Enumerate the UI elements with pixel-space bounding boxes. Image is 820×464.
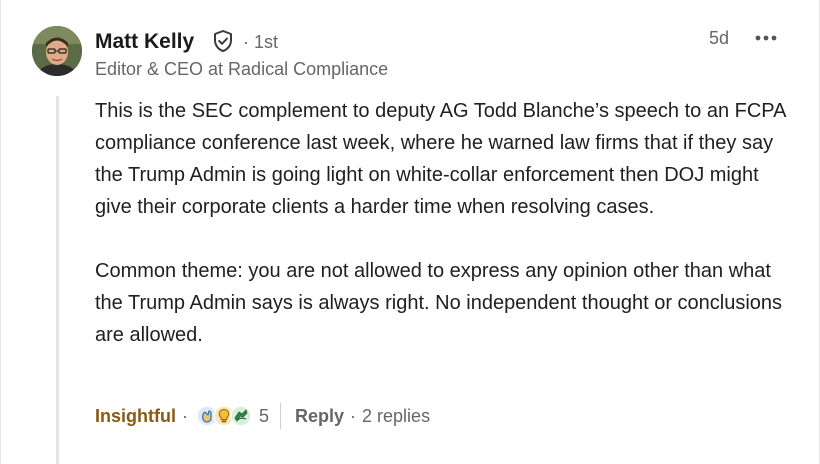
comment-paragraph: Common theme: you are not allowed to exp…: [95, 260, 783, 346]
avatar[interactable]: [32, 26, 82, 76]
replies-count-link[interactable]: 2 replies: [362, 406, 430, 427]
comment-card: Matt Kelly · 1st Editor & CEO at Radical…: [0, 0, 820, 464]
author-headline: Editor & CEO at Radical Compliance: [95, 59, 389, 79]
separator-dot: ·: [181, 405, 188, 426]
verified-shield-icon: [214, 30, 232, 52]
reaction-icons[interactable]: [196, 405, 252, 427]
more-options-button[interactable]: [749, 26, 783, 50]
comment-actions: Insightful · 5 Reply · 2 replies: [95, 402, 430, 430]
ellipsis-icon: [755, 35, 777, 41]
separator-dot: ·: [350, 405, 357, 426]
connection-degree: · 1st: [243, 32, 279, 52]
comment-paragraph: This is the SEC complement to deputy AG …: [95, 100, 786, 218]
insightful-reaction-label[interactable]: Insightful: [95, 406, 176, 427]
reply-button[interactable]: Reply: [295, 406, 344, 427]
support-icon: [230, 405, 252, 427]
avatar-photo: [32, 26, 82, 76]
comment-text: This is the SEC complement to deputy AG …: [95, 95, 795, 351]
thread-line: [56, 96, 59, 464]
actions-divider: [280, 403, 281, 429]
comment-timestamp: 5d: [709, 28, 730, 48]
author-name[interactable]: Matt Kelly: [95, 29, 194, 55]
reaction-count[interactable]: 5: [259, 406, 269, 427]
